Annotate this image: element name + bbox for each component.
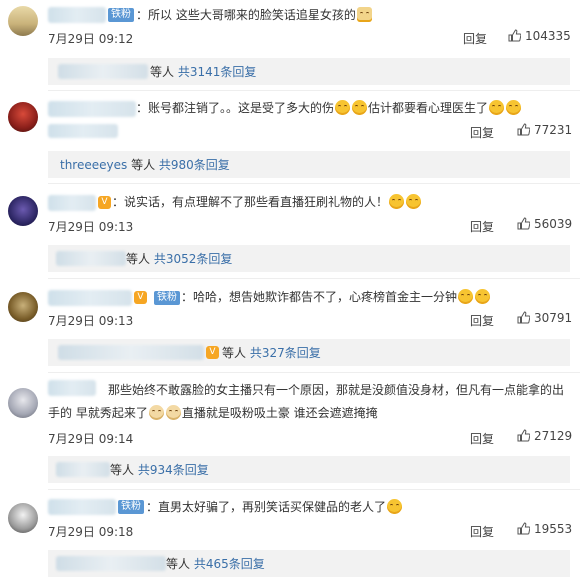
divider — [48, 489, 580, 490]
comment-date: 7月29日 09:13 — [48, 314, 134, 328]
like-button[interactable]: 104335 — [508, 29, 571, 45]
vip-icon: V — [134, 291, 147, 304]
comment-date: 7月29日 09:14 — [48, 432, 134, 446]
sub-reply-summary: 等人 共3052条回复 — [126, 252, 233, 266]
avatar[interactable] — [8, 6, 38, 36]
fan-badge: 铁粉 — [108, 8, 134, 22]
like-button[interactable]: 19553 — [517, 522, 572, 538]
reply-button[interactable]: 回复 — [470, 430, 494, 447]
like-button[interactable]: 27129 — [517, 429, 572, 445]
laugh-emoji — [489, 100, 505, 115]
vip-icon: V — [206, 346, 219, 359]
fan-badge: 铁粉 — [154, 291, 180, 305]
avatar[interactable] — [8, 292, 38, 322]
sub-reply-count[interactable]: 共327条回复 — [250, 346, 321, 360]
sub-reply-summary: threeeeyes 等人 共980条回复 — [60, 158, 230, 172]
cry-laugh-emoji — [406, 194, 422, 209]
cry-laugh-emoji — [475, 289, 491, 304]
sub-replies-box[interactable]: 等人 共3052条回复 — [48, 245, 570, 272]
comment-date: 7月29日 09:12 — [48, 32, 134, 46]
sub-replies-box[interactable]: 等人 共934条回复 — [48, 456, 570, 483]
avatar[interactable] — [8, 196, 38, 226]
thumbs-up-icon — [517, 311, 531, 327]
comment-list: 铁粉 ：所以 这些大哥哪来的脸笑话追星女孩的 7月29日 09:12 回复 10… — [0, 0, 580, 578]
comment-text: ：账号都注销了。。这是受了多大的伤 估计都要看心理医生了 — [136, 98, 522, 118]
cat-emoji — [165, 405, 181, 420]
reply-button[interactable]: 回复 — [470, 218, 494, 235]
divider — [48, 372, 580, 373]
sub-reply-summary: 等人 共327条回复 — [222, 346, 321, 360]
sub-replies-box[interactable]: threeeeyes 等人 共980条回复 — [48, 151, 570, 178]
sub-reply-summary: 等人 共3141条回复 — [150, 65, 257, 79]
cry-laugh-emoji — [389, 194, 405, 209]
date-blurred — [48, 124, 118, 138]
comment-date: 7月29日 09:18 — [48, 525, 134, 539]
thumbs-up-icon — [517, 123, 531, 139]
cry-laugh-emoji — [458, 289, 474, 304]
fan-badge: 铁粉 — [118, 500, 144, 514]
avatar[interactable] — [8, 388, 38, 418]
laugh-emoji — [335, 100, 351, 115]
sub-reply-count[interactable]: 共3052条回复 — [154, 252, 233, 266]
laugh-emoji — [506, 100, 522, 115]
sub-reply-username[interactable]: threeeeyes — [60, 158, 127, 172]
cry-laugh-emoji — [387, 499, 403, 514]
username-blurred[interactable] — [48, 499, 116, 515]
comment-text-line2: 手的 早就秀起来了 直播就是吸粉吸土豪 谁还会遮遮掩掩 — [48, 405, 378, 420]
sub-replies-box[interactable]: 等人 共3141条回复 — [48, 58, 570, 85]
cat-emoji — [148, 405, 164, 420]
sub-replies-box[interactable]: V 等人 共327条回复 — [48, 339, 570, 366]
username-blurred[interactable] — [48, 380, 96, 396]
doge-emoji — [356, 7, 372, 22]
thumbs-up-icon — [517, 217, 531, 233]
comment-text: ：哈哈，想告她欺诈都告不了，心疼榜首金主一分钟 — [181, 287, 491, 307]
sub-reply-users-blurred — [56, 462, 110, 477]
divider — [48, 90, 580, 91]
sub-reply-count[interactable]: 共934条回复 — [138, 463, 209, 477]
thumbs-up-icon — [517, 429, 531, 445]
comment-text: ：所以 这些大哥哪来的脸笑话追星女孩的 — [136, 5, 373, 25]
reply-button[interactable]: 回复 — [470, 312, 494, 329]
username-blurred[interactable] — [48, 195, 96, 211]
sub-reply-users-blurred — [58, 64, 148, 79]
comment-date: 7月29日 09:13 — [48, 220, 134, 234]
comment-text: 那些始终不敢露脸的女主播只有一个原因，那就是没颜值没身材，但凡有一点能拿的出 — [108, 383, 565, 397]
avatar[interactable] — [8, 102, 38, 132]
reply-button[interactable]: 回复 — [463, 30, 487, 47]
laugh-emoji — [352, 100, 368, 115]
username-blurred[interactable] — [48, 7, 106, 23]
reply-button[interactable]: 回复 — [470, 523, 494, 540]
like-button[interactable]: 30791 — [517, 311, 572, 327]
sub-reply-count[interactable]: 共980条回复 — [159, 158, 230, 172]
sub-reply-count[interactable]: 共3141条回复 — [178, 65, 257, 79]
sub-reply-summary: 等人 共934条回复 — [110, 463, 209, 477]
divider — [48, 183, 580, 184]
divider — [48, 278, 580, 279]
like-button[interactable]: 77231 — [517, 123, 572, 139]
comment-text: ：直男太好骗了，再别笑话买保健品的老人了 — [146, 497, 403, 517]
like-button[interactable]: 56039 — [517, 217, 572, 233]
comment-text: ：说实话，有点理解不了那些看直播狂刷礼物的人！ — [112, 192, 422, 212]
sub-reply-users-blurred — [56, 556, 166, 571]
username-blurred[interactable] — [48, 101, 136, 117]
sub-reply-users-blurred — [56, 251, 126, 266]
reply-button[interactable]: 回复 — [470, 124, 494, 141]
sub-reply-count[interactable]: 共465条回复 — [194, 557, 265, 571]
avatar[interactable] — [8, 503, 38, 533]
username-blurred[interactable] — [48, 290, 132, 306]
thumbs-up-icon — [508, 29, 522, 45]
sub-reply-users-blurred — [58, 345, 204, 360]
thumbs-up-icon — [517, 522, 531, 538]
sub-reply-summary: 等人 共465条回复 — [166, 557, 265, 571]
vip-icon: V — [98, 196, 111, 209]
sub-replies-box[interactable]: 等人 共465条回复 — [48, 550, 570, 577]
